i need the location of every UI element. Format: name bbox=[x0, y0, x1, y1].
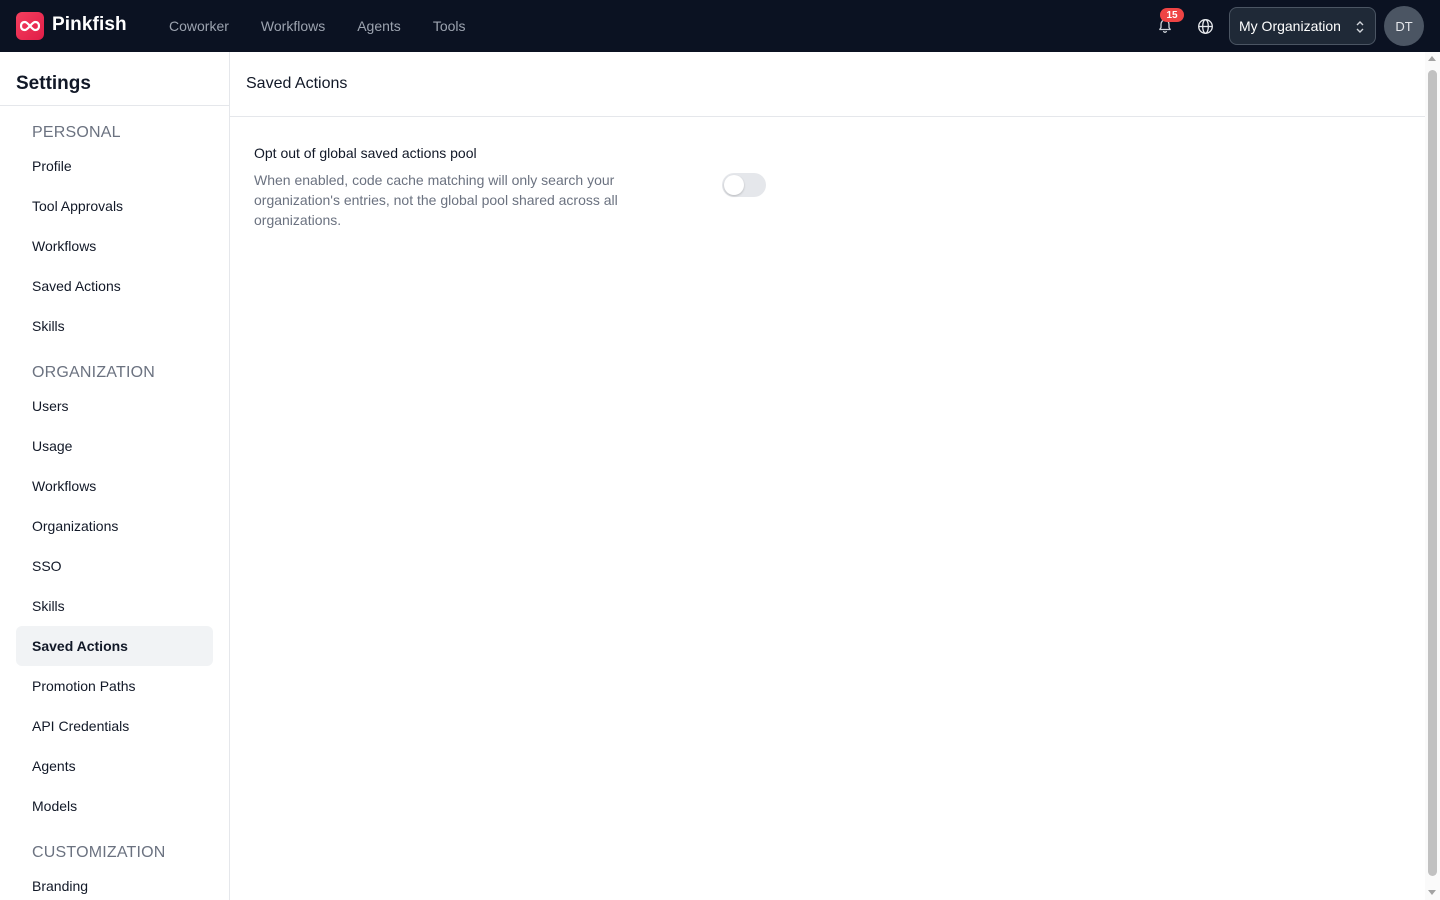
sidebar-item-org-saved-actions[interactable]: Saved Actions bbox=[16, 626, 213, 666]
page-scrollbar[interactable] bbox=[1425, 52, 1440, 900]
main-content: Saved Actions Opt out of global saved ac… bbox=[230, 52, 1425, 900]
pinkfish-logo[interactable] bbox=[16, 12, 44, 40]
toggle-knob bbox=[724, 175, 744, 195]
chevron-up-down-icon bbox=[1356, 21, 1364, 33]
main-nav: Coworker Workflows Agents Tools bbox=[153, 0, 482, 52]
nav-coworker[interactable]: Coworker bbox=[153, 18, 245, 34]
globe-icon bbox=[1197, 18, 1213, 34]
sidebar-item-profile[interactable]: Profile bbox=[16, 146, 213, 186]
sidebar-item-agents[interactable]: Agents bbox=[16, 746, 213, 786]
page-header: Saved Actions bbox=[230, 52, 1425, 117]
sidebar-divider bbox=[0, 105, 229, 106]
organization-selector[interactable]: My Organization bbox=[1229, 7, 1376, 45]
page-title: Saved Actions bbox=[246, 75, 348, 92]
language-button[interactable] bbox=[1194, 15, 1216, 37]
infinity-icon bbox=[20, 20, 40, 32]
opt-out-global-pool-toggle[interactable] bbox=[722, 173, 766, 197]
settings-sidebar: Settings PERSONAL Profile Tool Approvals… bbox=[0, 52, 230, 900]
sidebar-item-models[interactable]: Models bbox=[16, 786, 213, 826]
sidebar-item-sso[interactable]: SSO bbox=[16, 546, 213, 586]
sidebar-item-promotion-paths[interactable]: Promotion Paths bbox=[16, 666, 213, 706]
sidebar-item-tool-approvals[interactable]: Tool Approvals bbox=[16, 186, 213, 226]
scroll-up-arrow-icon[interactable] bbox=[1428, 56, 1436, 61]
section-label-personal: PERSONAL bbox=[32, 124, 121, 141]
sidebar-item-users[interactable]: Users bbox=[16, 386, 213, 426]
sidebar-item-personal-skills[interactable]: Skills bbox=[16, 306, 213, 346]
setting-description: When enabled, code cache matching will o… bbox=[254, 172, 618, 228]
sidebar-item-org-skills[interactable]: Skills bbox=[16, 586, 213, 626]
notification-count-badge: 15 bbox=[1160, 8, 1184, 22]
nav-agents[interactable]: Agents bbox=[341, 18, 417, 34]
scrollbar-thumb[interactable] bbox=[1428, 70, 1437, 876]
nav-workflows[interactable]: Workflows bbox=[245, 18, 341, 34]
setting-title: Opt out of global saved actions pool bbox=[254, 145, 477, 161]
nav-tools[interactable]: Tools bbox=[417, 18, 482, 34]
top-bar: Pinkfish Coworker Workflows Agents Tools… bbox=[0, 0, 1440, 52]
sidebar-item-organizations[interactable]: Organizations bbox=[16, 506, 213, 546]
sidebar-item-personal-workflows[interactable]: Workflows bbox=[16, 226, 213, 266]
section-label-customization: CUSTOMIZATION bbox=[32, 844, 166, 861]
section-label-organization: ORGANIZATION bbox=[32, 364, 155, 381]
sidebar-item-api-credentials[interactable]: API Credentials bbox=[16, 706, 213, 746]
sidebar-title: Settings bbox=[16, 73, 91, 94]
user-avatar[interactable]: DT bbox=[1384, 6, 1424, 46]
scroll-down-arrow-icon[interactable] bbox=[1428, 890, 1436, 895]
brand-name[interactable]: Pinkfish bbox=[52, 14, 127, 36]
sidebar-item-org-workflows[interactable]: Workflows bbox=[16, 466, 213, 506]
sidebar-item-usage[interactable]: Usage bbox=[16, 426, 213, 466]
sidebar-item-branding[interactable]: Branding bbox=[16, 866, 213, 900]
organization-selector-label: My Organization bbox=[1239, 18, 1341, 34]
sidebar-item-personal-saved-actions[interactable]: Saved Actions bbox=[16, 266, 213, 306]
